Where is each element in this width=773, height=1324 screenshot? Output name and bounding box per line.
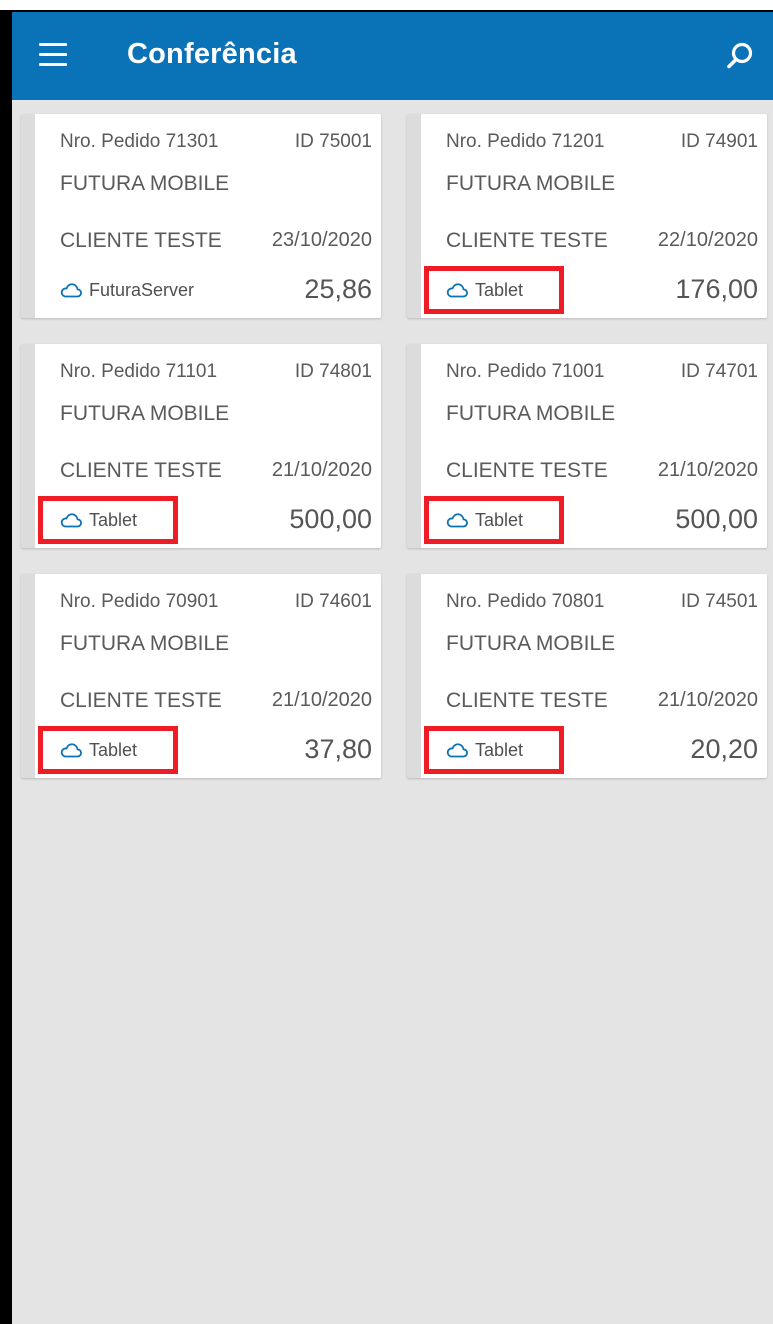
cloud-icon [446,283,468,298]
search-icon[interactable] [724,40,756,72]
order-id: ID 74801 [294,361,372,382]
order-total: 500,00 [289,504,372,534]
order-date: 21/10/2020 [657,689,758,711]
order-card[interactable]: Nro. Pedido 71001 ID 74701 FUTURA MOBILE… [407,344,767,548]
cloud-icon [446,513,468,528]
cloud-icon [60,743,82,758]
order-number: Nro. Pedido 70901 [60,591,219,612]
origin-badge: Tablet [60,740,137,761]
order-date: 23/10/2020 [271,229,372,251]
order-number: Nro. Pedido 70801 [446,591,605,612]
company-name: FUTURA MOBILE [60,402,230,425]
origin-label: Tablet [89,510,138,530]
order-total: 20,20 [690,734,758,764]
app-screen: Conferência Nro. Pedido 71301 ID 75001 F… [0,10,773,1324]
order-number: Nro. Pedido 71001 [446,361,605,382]
company-name: FUTURA MOBILE [446,402,616,425]
order-date: 21/10/2020 [271,689,372,711]
client-name: CLIENTE TESTE [60,689,222,712]
origin-badge: Tablet [446,510,523,531]
origin-label: FuturaServer [89,280,195,300]
order-id: ID 74701 [680,361,758,382]
app-bar: Conferência [12,12,773,100]
order-total: 37,80 [304,734,372,764]
origin-label: Tablet [475,280,524,300]
order-total: 500,00 [675,504,758,534]
order-date: 21/10/2020 [271,459,372,481]
client-name: CLIENTE TESTE [60,459,222,482]
cloud-icon [60,283,82,298]
order-id: ID 75001 [294,131,372,152]
cloud-icon [446,743,468,758]
order-id: ID 74601 [294,591,372,612]
origin-badge: Tablet [60,510,137,531]
origin-badge: FuturaServer [60,280,194,301]
order-card[interactable]: Nro. Pedido 70901 ID 74601 FUTURA MOBILE… [21,574,381,778]
order-number: Nro. Pedido 71201 [446,131,605,152]
order-number: Nro. Pedido 71301 [60,131,219,152]
order-id: ID 74901 [680,131,758,152]
cloud-icon [60,513,82,528]
company-name: FUTURA MOBILE [60,632,230,655]
order-card[interactable]: Nro. Pedido 71201 ID 74901 FUTURA MOBILE… [407,114,767,318]
order-total: 25,86 [304,274,372,304]
order-date: 21/10/2020 [657,459,758,481]
origin-label: Tablet [89,740,138,760]
order-number: Nro. Pedido 71101 [60,361,218,382]
order-card[interactable]: Nro. Pedido 71301 ID 75001 FUTURA MOBILE… [21,114,381,318]
origin-label: Tablet [475,510,524,530]
order-id: ID 74501 [680,591,758,612]
order-date: 22/10/2020 [657,229,758,251]
company-name: FUTURA MOBILE [60,172,230,195]
origin-badge: Tablet [446,740,523,761]
client-name: CLIENTE TESTE [60,229,222,252]
order-card[interactable]: Nro. Pedido 71101 ID 74801 FUTURA MOBILE… [21,344,381,548]
origin-label: Tablet [475,740,524,760]
client-name: CLIENTE TESTE [446,229,608,252]
order-total: 176,00 [675,274,758,304]
hamburger-menu-icon[interactable] [39,43,69,67]
client-name: CLIENTE TESTE [446,689,608,712]
page-title: Conferência [127,38,297,70]
company-name: FUTURA MOBILE [446,172,616,195]
client-name: CLIENTE TESTE [446,459,608,482]
order-card[interactable]: Nro. Pedido 70801 ID 74501 FUTURA MOBILE… [407,574,767,778]
company-name: FUTURA MOBILE [446,632,616,655]
origin-badge: Tablet [446,280,523,301]
